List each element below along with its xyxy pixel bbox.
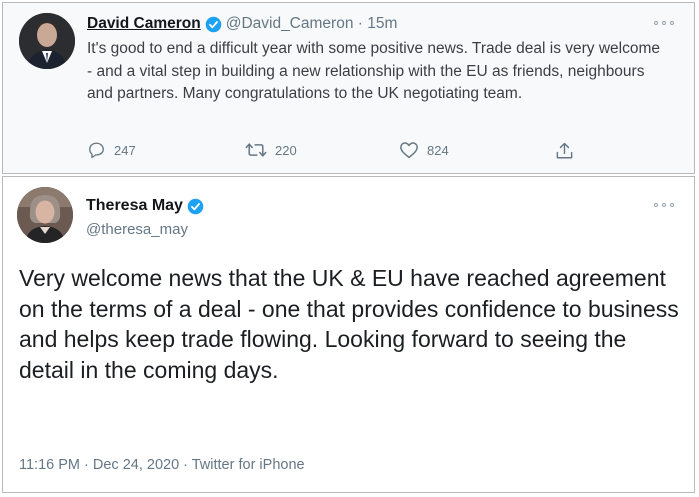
tweet-card-may[interactable]: Theresa May @theresa_may Very welcome ne… (2, 176, 695, 493)
author-handle-time[interactable]: @David_Cameron · 15m (226, 15, 398, 33)
retweet-count: 220 (275, 142, 297, 158)
author-name-row: Theresa May (86, 197, 208, 215)
avatar[interactable] (19, 13, 75, 69)
like-button[interactable]: 824 (399, 141, 449, 159)
more-options-icon[interactable] (654, 20, 674, 26)
author-handle[interactable]: @theresa_may (86, 221, 188, 238)
tweet-text: It's good to end a difficult year with s… (87, 40, 661, 102)
tweet-header: David Cameron @David_Cameron · 15m (87, 15, 397, 33)
retweet-button[interactable]: 220 (245, 141, 297, 159)
author-name[interactable]: Theresa May (86, 197, 183, 215)
reply-button[interactable]: 247 (87, 141, 136, 159)
reply-icon (89, 142, 104, 159)
reply-count: 247 (114, 142, 136, 158)
tweet-timestamp-source[interactable]: 11:16 PM · Dec 24, 2020 · Twitter for iP… (19, 457, 305, 473)
tweet-actions: 247 220 824 (87, 141, 587, 163)
verified-badge-icon (205, 16, 222, 33)
tweet-text: Very welcome news that the UK & EU have … (19, 265, 679, 383)
retweet-icon (245, 143, 267, 157)
author-name[interactable]: David Cameron (87, 15, 201, 33)
more-options-icon[interactable] (654, 202, 674, 208)
like-count: 824 (427, 142, 449, 158)
verified-badge-icon (187, 198, 204, 215)
tweet-card-cameron[interactable]: David Cameron @David_Cameron · 15m It's … (2, 2, 695, 174)
share-button[interactable] (555, 141, 582, 161)
share-icon (556, 142, 573, 159)
heart-icon (400, 142, 418, 159)
avatar[interactable] (17, 187, 73, 243)
